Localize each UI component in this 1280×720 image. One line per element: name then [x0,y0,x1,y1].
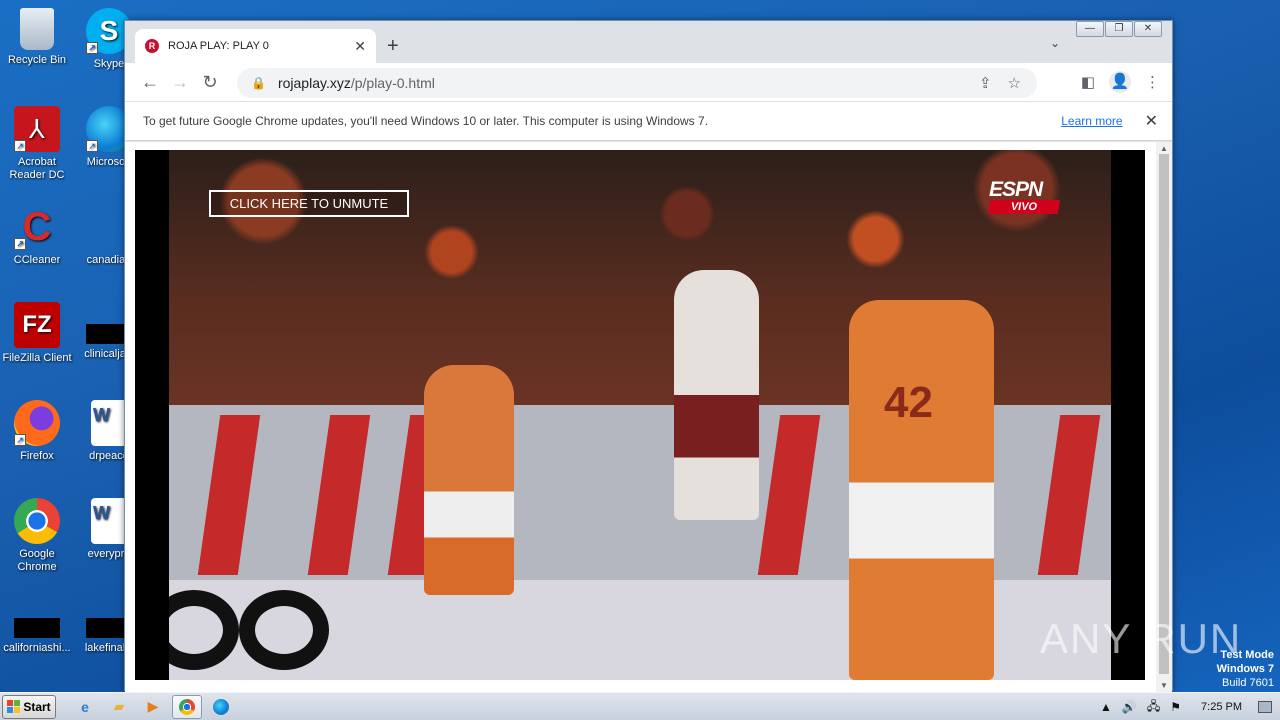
footballer-orange [424,365,514,595]
site-favicon-icon: R [145,39,159,53]
menu-kebab-icon[interactable]: ⋮ [1145,73,1160,91]
action-center-flag-icon[interactable]: ⚑ [1170,700,1181,714]
side-panel-icon[interactable]: ◧ [1081,73,1095,91]
vivo-badge: VIVO [987,200,1061,214]
shortcut-arrow-icon: ↗ [86,140,98,152]
url-host: rojaplay.xyz [277,75,351,91]
page-scrollbar[interactable]: ▲ ▼ [1156,142,1172,692]
shortcut-arrow-icon: ↗ [14,238,26,250]
desktop-icon-firefox[interactable]: ↗ Firefox [0,400,74,463]
taskbar-chrome-icon[interactable] [172,694,202,719]
minimize-icon[interactable]: — [1076,21,1104,37]
reload-icon[interactable]: ↻ [195,72,225,93]
system-tray: ▲ 🔊 🖧 ⚑ 7:25 PM [1100,693,1280,720]
restore-icon[interactable]: ❐ [1105,21,1133,37]
address-bar[interactable]: 🔒 rojaplay.xyz/p/play-0.html ⇪ ☆ [237,68,1037,98]
desktop-icon-acrobat[interactable]: ⅄ ↗ Acrobat Reader DC [0,106,74,182]
browser-tab[interactable]: R ROJA PLAY: PLAY 0 ✕ [135,29,376,63]
filezilla-icon: FZ [14,302,60,348]
scrollbar-thumb[interactable] [1159,154,1169,674]
video-player[interactable]: 42 CLICK HERE TO UNMUTE ESPN VIVO [135,150,1145,680]
taskbar-media-player-icon[interactable]: ▶ [138,695,168,719]
volume-icon[interactable]: 🔊 [1122,700,1137,714]
infobar-message: To get future Google Chrome updates, you… [143,114,709,128]
tab-search-chevron-icon[interactable]: ⌄ [1050,36,1060,50]
chrome-icon [14,498,60,544]
bookmark-star-icon[interactable]: ☆ [1008,74,1021,92]
footballer-orange-back [849,300,994,680]
forward-arrow-icon[interactable]: → [165,72,195,93]
test-mode-build: Build 7601 [1222,677,1274,689]
shortcut-arrow-icon: ↗ [14,434,26,446]
infobar-close-icon[interactable]: ✕ [1145,111,1158,131]
shortcut-arrow-icon: ↗ [86,42,98,54]
windows-logo-icon [7,700,21,713]
desktop-icon-ccleaner[interactable]: C ↗ CCleaner [0,204,74,267]
toolbar-actions: ◧ 👤 ⋮ [1081,71,1160,93]
test-mode-notice: Test Mode Windows 7 Build 7601 [1217,648,1274,690]
acrobat-icon: ⅄ ↗ [14,106,60,152]
lock-icon: 🔒 [251,76,266,90]
desktop-icon-californiashi[interactable]: californiashi... [0,596,74,655]
footballer-white [674,270,759,520]
taskbar-explorer-icon[interactable]: ▰ [104,695,134,719]
espn-logo-text: ESPN [989,178,1043,201]
update-infobar: To get future Google Chrome updates, you… [125,101,1172,141]
jersey-number: 42 [884,378,933,427]
scroll-down-icon[interactable]: ▼ [1160,681,1168,690]
back-arrow-icon[interactable]: ← [135,72,165,93]
scroll-up-icon[interactable]: ▲ [1160,144,1168,153]
desktop-icon-recycle-bin[interactable]: Recycle Bin [0,8,74,67]
word-document-icon: W [91,498,127,544]
word-document-icon: W [91,400,127,446]
tab-strip: R ROJA PLAY: PLAY 0 ✕ + ⌄ — ❐ ✕ [125,21,1172,63]
video-frame[interactable]: 42 CLICK HERE TO UNMUTE ESPN VIVO [169,150,1111,680]
test-mode-line2: Windows 7 [1216,663,1274,675]
profile-avatar-icon[interactable]: 👤 [1109,71,1131,93]
start-button[interactable]: Start [2,694,56,719]
firefox-icon: ↗ [14,400,60,446]
start-label: Start [23,699,51,714]
desktop-icon-filezilla[interactable]: FZ FileZilla Client [0,302,74,365]
tab-close-icon[interactable]: ✕ [354,38,366,55]
adboard-logo [239,590,329,670]
browser-toolbar: ← → ↻ 🔒 rojaplay.xyz/p/play-0.html ⇪ ☆ ◧… [125,63,1172,101]
url-path: /p/play-0.html [350,75,435,91]
close-window-icon[interactable]: ✕ [1134,21,1162,37]
clock[interactable]: 7:25 PM [1201,701,1242,713]
unmute-button[interactable]: CLICK HERE TO UNMUTE [209,190,409,217]
tab-title: ROJA PLAY: PLAY 0 [168,40,269,52]
shortcut-arrow-icon: ↗ [14,140,26,152]
show-desktop-icon[interactable] [1258,701,1272,713]
network-icon[interactable]: 🖧 [1147,697,1160,718]
new-tab-icon[interactable]: + [387,35,399,58]
share-icon[interactable]: ⇪ [979,74,992,92]
desktop-icon-chrome[interactable]: Google Chrome [0,498,74,574]
window-controls: — ❐ ✕ [1075,21,1162,37]
taskbar-edge-icon[interactable] [206,695,236,719]
ccleaner-icon: C ↗ [14,204,60,250]
taskbar: Start e ▰ ▶ ▲ 🔊 🖧 ⚑ 7:25 PM [0,692,1280,720]
page-content: 42 CLICK HERE TO UNMUTE ESPN VIVO [125,142,1156,692]
chrome-window: R ROJA PLAY: PLAY 0 ✕ + ⌄ — ❐ ✕ ← → ↻ 🔒 … [124,20,1173,692]
file-icon [14,618,60,638]
recycle-bin-icon [20,8,54,50]
learn-more-link[interactable]: Learn more [1061,114,1122,128]
taskbar-ie-icon[interactable]: e [70,695,100,719]
tray-overflow-icon[interactable]: ▲ [1100,700,1112,714]
url-text: rojaplay.xyz/p/play-0.html [278,75,979,91]
espn-vivo-logo: ESPN VIVO [987,178,1063,218]
anyrun-watermark: ANY RUN [1040,615,1243,662]
test-mode-line1: Test Mode [1220,649,1274,661]
